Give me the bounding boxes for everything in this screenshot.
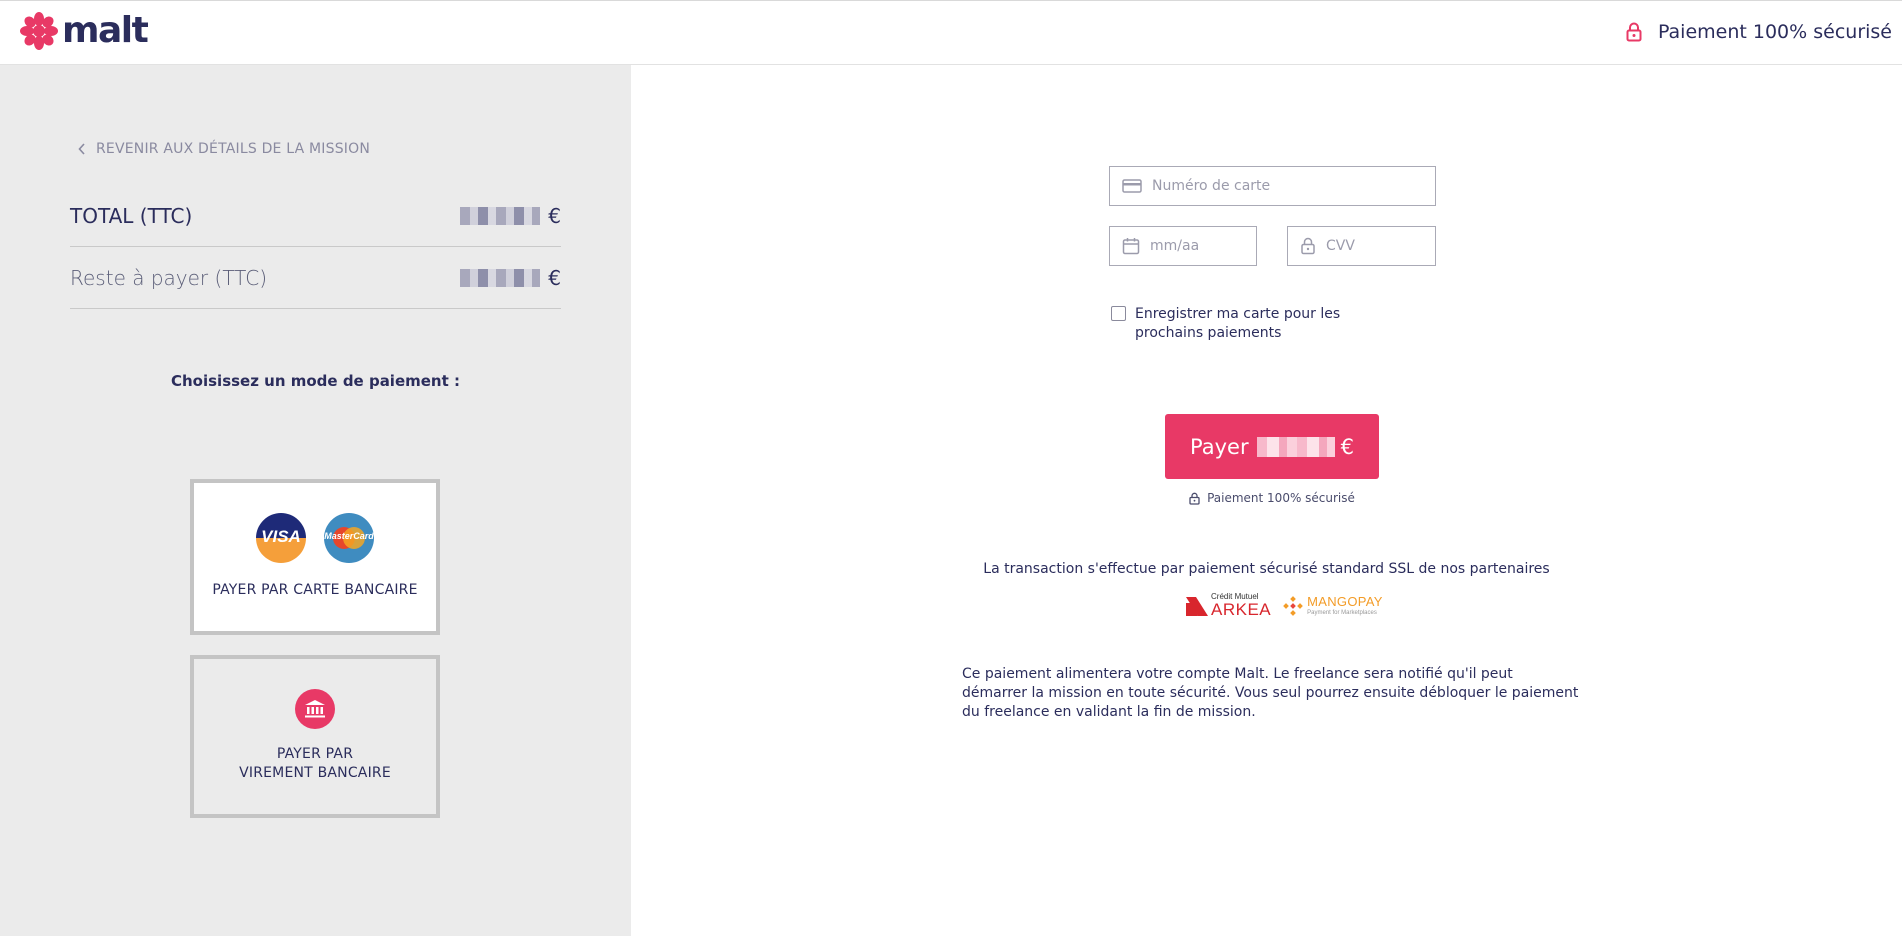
secure-payment-indicator: Paiement 100% sécurisé: [1626, 21, 1892, 43]
bank-icon: [295, 689, 335, 729]
mastercard-logo-text: MasterCard: [324, 531, 374, 541]
pay-button[interactable]: Payer €: [1165, 414, 1379, 479]
total-row: TOTAL (TTC) €: [70, 185, 561, 247]
currency-symbol: €: [548, 203, 561, 228]
mangopay-tagline: Payment for Marketplaces: [1307, 610, 1377, 616]
credit-card-icon: [1122, 179, 1142, 193]
cvv-field[interactable]: [1287, 226, 1436, 266]
mangopay-logo-icon: [1283, 595, 1303, 616]
lock-icon: [1189, 492, 1200, 505]
back-link-label: REVENIR AUX DÉTAILS DE LA MISSION: [96, 141, 371, 157]
logo-wordmark: malt: [62, 10, 149, 51]
top-bar: malt Paiement 100% sécurisé: [0, 0, 1902, 65]
redacted-amount: [460, 206, 541, 225]
secure-payment-note: Paiement 100% sécurisé: [1165, 491, 1379, 505]
visa-logo-text: VISA: [261, 527, 301, 546]
total-amount: €: [460, 204, 561, 228]
card-logos: VISA MasterCard: [194, 513, 436, 563]
lock-icon: [1301, 237, 1315, 255]
calendar-icon: [1122, 238, 1140, 255]
chevron-left-icon: [78, 143, 85, 155]
cvv-input[interactable]: [1324, 237, 1435, 255]
remaining-label: Reste à payer (TTC): [70, 265, 267, 290]
payment-info-text: Ce paiement alimentera votre compte Malt…: [962, 666, 1579, 720]
currency-symbol: €: [1340, 434, 1354, 459]
redacted-amount: [460, 268, 541, 287]
currency-symbol: €: [548, 265, 561, 290]
card-number-field[interactable]: [1109, 166, 1436, 206]
transfer-option-label: PAYER PAR VIREMENT BANCAIRE: [239, 746, 391, 781]
back-to-mission-link[interactable]: REVENIR AUX DÉTAILS DE LA MISSION: [78, 141, 370, 157]
card-option-label: PAYER PAR CARTE BANCAIRE: [212, 582, 418, 598]
remaining-amount: €: [460, 266, 561, 290]
secure-payment-label: Paiement 100% sécurisé: [1657, 21, 1892, 43]
lock-icon: [1626, 22, 1642, 42]
ssl-note: La transaction s'effectue par paiement s…: [983, 561, 1550, 577]
mastercard-logo: MasterCard: [324, 513, 374, 563]
malt-logo[interactable]: malt: [20, 10, 149, 51]
payment-method-heading: Choisissez un mode de paiement :: [170, 372, 460, 390]
secure-note-label: Paiement 100% sécurisé: [1207, 491, 1355, 505]
partner-logos: Crédit Mutuel ARKEA MANGOPAY Payment for…: [1186, 593, 1383, 618]
arkea-logo: Crédit Mutuel ARKEA: [1186, 593, 1271, 618]
card-number-input[interactable]: [1150, 177, 1435, 195]
save-card-checkbox[interactable]: [1111, 306, 1126, 321]
save-card-label[interactable]: Enregistrer ma carte pour les prochains …: [1135, 305, 1411, 343]
mangopay-logo: MANGOPAY Payment for Marketplaces: [1283, 595, 1383, 616]
redacted-amount: [1256, 436, 1335, 457]
mangopay-name: MANGOPAY: [1307, 594, 1383, 609]
bank-transfer-option[interactable]: PAYER PAR VIREMENT BANCAIRE: [190, 655, 440, 818]
card-payment-option[interactable]: VISA MasterCard PAYER PAR CARTE BANCAIRE: [190, 479, 440, 635]
arkea-name: ARKEA: [1211, 600, 1272, 619]
pay-button-label: Payer: [1190, 434, 1249, 459]
malt-logo-icon: [20, 12, 58, 50]
expiry-input[interactable]: [1148, 237, 1256, 255]
payment-form-panel: Enregistrer ma carte pour les prochains …: [631, 65, 1902, 936]
total-label: TOTAL (TTC): [70, 203, 193, 228]
visa-logo: VISA: [256, 513, 306, 563]
save-card-option: Enregistrer ma carte pour les prochains …: [1111, 305, 1411, 343]
expiry-field[interactable]: [1109, 226, 1257, 266]
remaining-row: Reste à payer (TTC) €: [70, 247, 561, 309]
arkea-logo-icon: [1186, 596, 1208, 616]
order-summary-panel: REVENIR AUX DÉTAILS DE LA MISSION TOTAL …: [0, 65, 631, 936]
